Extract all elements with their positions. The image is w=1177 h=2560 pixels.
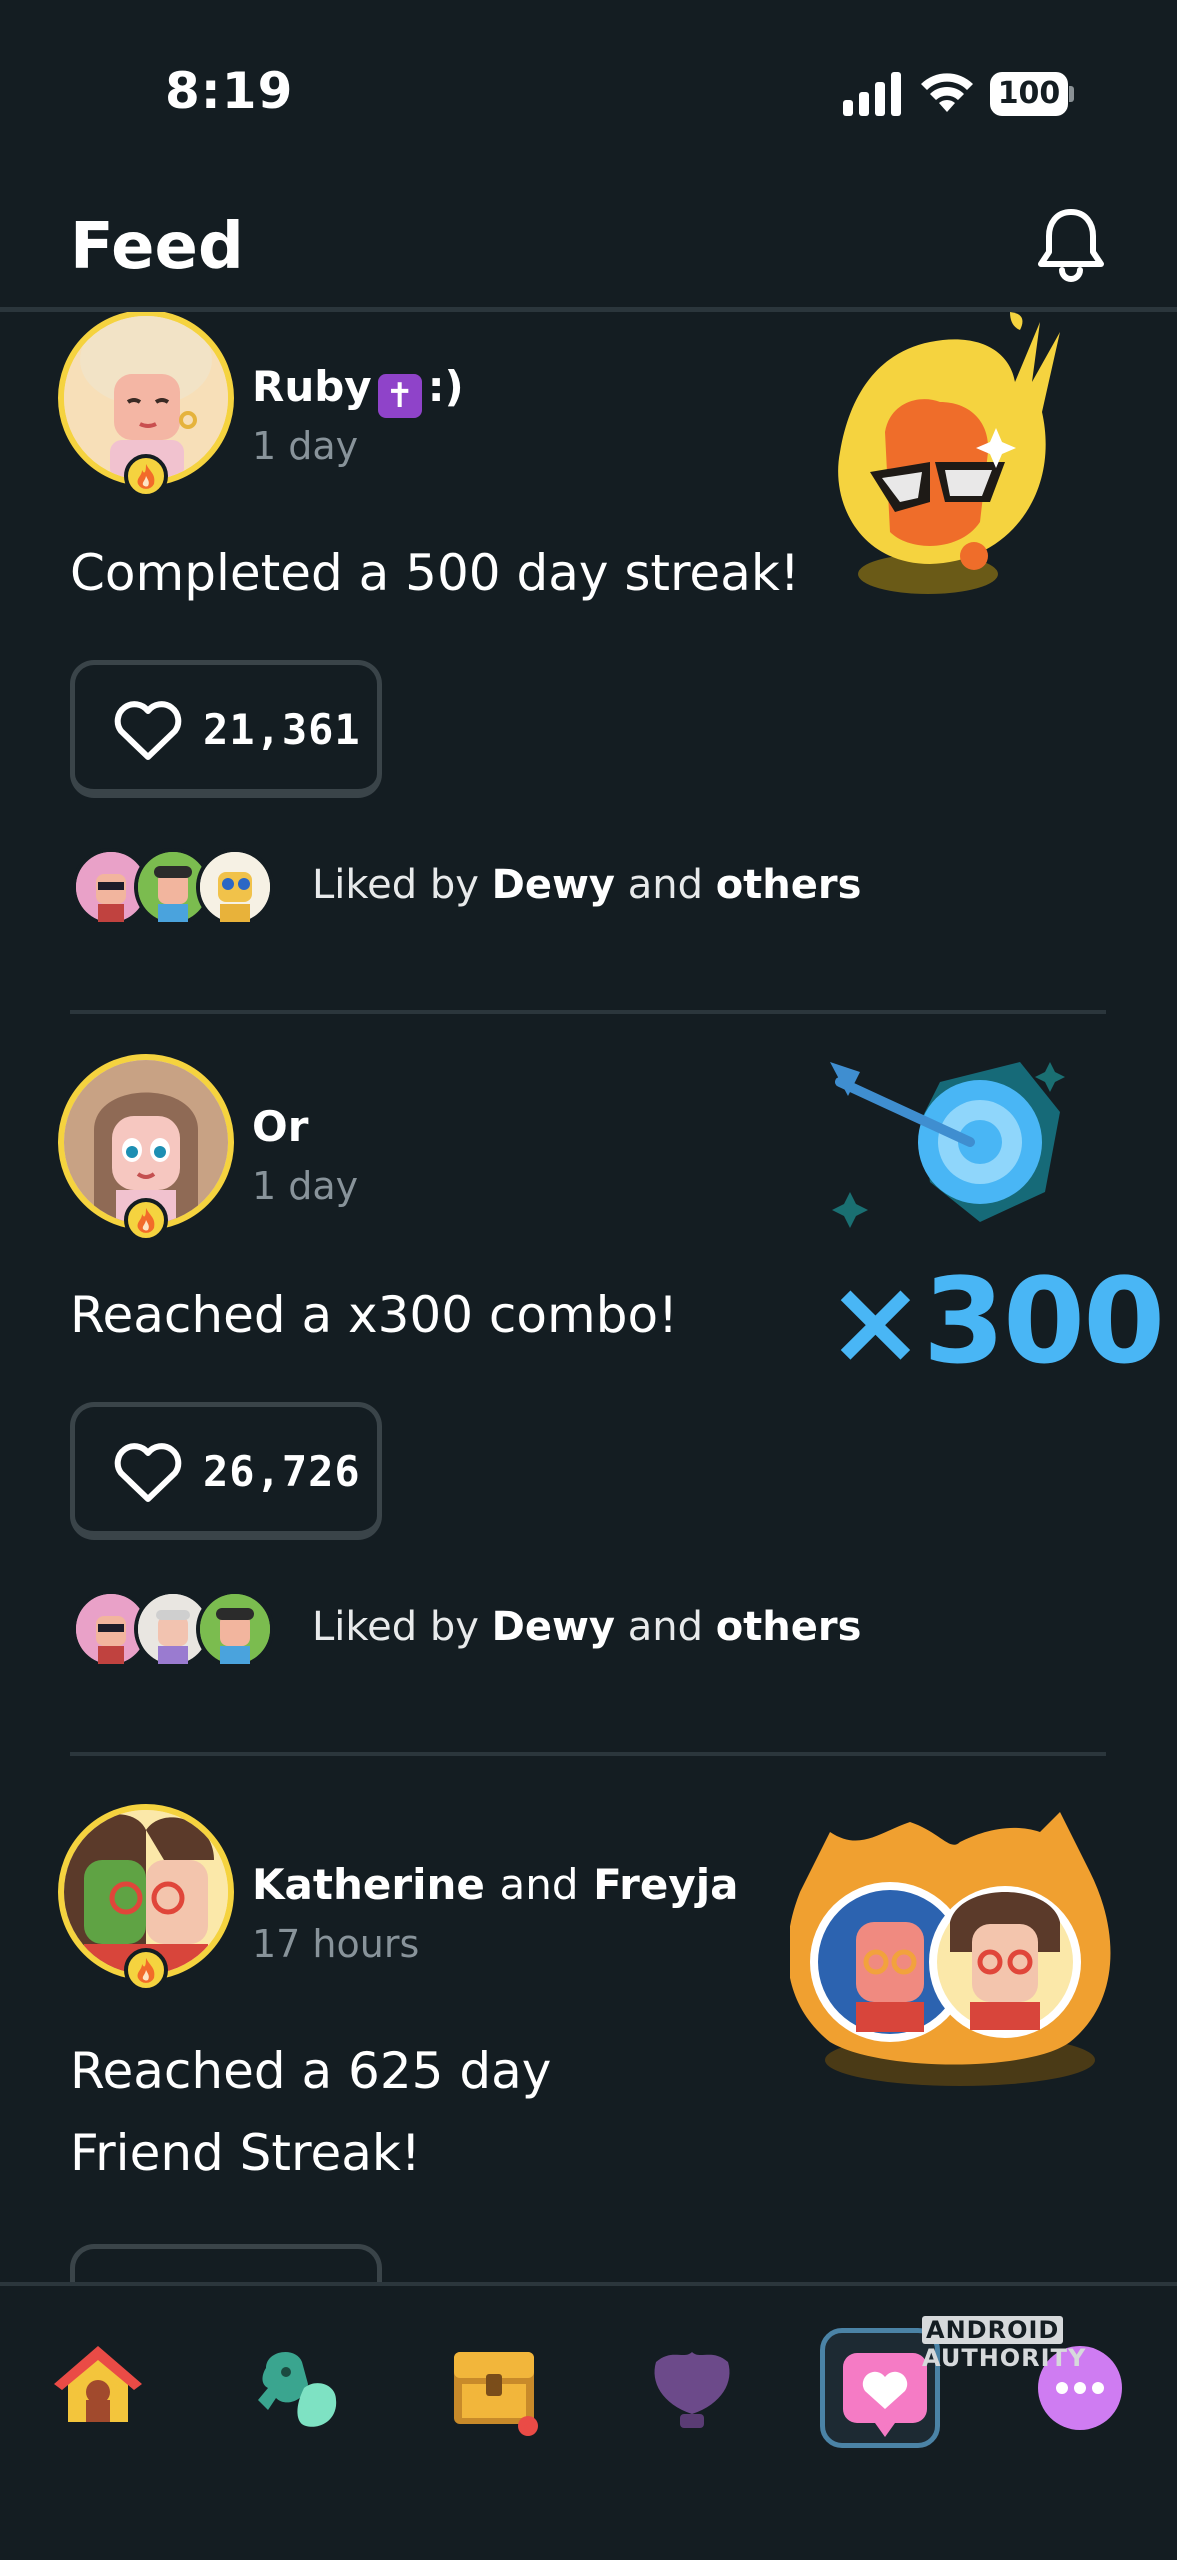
feed-card: Ruby ✝:) 1 day Completed a 500 day streak…	[0, 312, 1177, 1014]
feed-card: Katherine and Freyja 17 hours Reached a …	[0, 1804, 1177, 2282]
like-count: 26,726	[203, 1447, 361, 1496]
flaming-streak-mascot-icon	[838, 312, 1060, 594]
liked-by-row[interactable]: Liked by Dewy and others	[72, 1590, 972, 1672]
avatar[interactable]	[58, 1054, 234, 1242]
battery-level: 100	[990, 72, 1068, 116]
characters-icon	[258, 2351, 337, 2427]
streak-badge	[124, 1198, 168, 1242]
wifi-icon	[921, 73, 973, 112]
liker-avatar	[196, 848, 274, 926]
card-divider	[70, 1752, 1106, 1756]
streak-badge	[124, 454, 168, 498]
shield-icon	[654, 2352, 730, 2428]
event-text: Reached a x300 combo!	[70, 1286, 679, 1344]
card-divider	[70, 1010, 1106, 1014]
username[interactable]: Katherine and Freyja	[252, 1860, 738, 1909]
status-time: 8:19	[165, 62, 294, 120]
like-count: 21,361	[203, 705, 361, 754]
heart-chat-icon	[843, 2353, 927, 2437]
avatar[interactable]	[58, 1804, 234, 1992]
like-button[interactable]: 21,361	[70, 660, 382, 798]
page-title: Feed	[70, 210, 244, 284]
liked-by-row[interactable]: Liked by Dewy and others	[72, 848, 972, 930]
event-text: Friend Streak!	[70, 2124, 421, 2182]
avatar[interactable]	[58, 312, 234, 498]
cross-emoji-icon: ✝	[377, 374, 422, 418]
target-dart-icon	[830, 1062, 1065, 1228]
liked-by-text: Liked by Dewy and others	[312, 862, 862, 908]
like-button[interactable]	[70, 2244, 382, 2282]
post-time: 17 hours	[252, 1922, 420, 1966]
liker-avatar	[196, 1590, 274, 1668]
event-text: Completed a 500 day streak!	[70, 544, 800, 602]
nav-home[interactable]	[38, 2328, 158, 2448]
streak-badge	[124, 1948, 168, 1992]
cellular-signal-icon	[843, 72, 901, 116]
nav-leagues[interactable]	[632, 2328, 752, 2448]
treasure-chest-icon	[454, 2352, 538, 2436]
post-time: 1 day	[252, 1164, 359, 1208]
feed-list[interactable]: Ruby ✝:) 1 day Completed a 500 day streak…	[0, 312, 1177, 2282]
event-text: Reached a 625 day	[70, 2042, 552, 2100]
status-bar: 8:19 100	[0, 0, 1177, 190]
combo-label: ×300	[826, 1252, 1165, 1390]
nav-characters[interactable]	[236, 2328, 356, 2448]
house-icon	[54, 2346, 142, 2422]
post-time: 1 day	[252, 424, 359, 468]
bell-icon[interactable]	[1036, 206, 1106, 282]
friend-streak-flames-icon	[790, 1812, 1111, 2086]
watermark: ANDROID AUTHORITY	[922, 2316, 1087, 2372]
like-button[interactable]: 26,726	[70, 1402, 382, 1540]
battery-icon: 100	[990, 72, 1074, 116]
nav-chest[interactable]	[434, 2328, 554, 2448]
username[interactable]: Or	[252, 1102, 308, 1151]
heart-icon	[114, 1443, 182, 1502]
heart-icon	[114, 701, 182, 760]
liked-by-text: Liked by Dewy and others	[312, 1604, 862, 1650]
username[interactable]: Ruby ✝:)	[252, 362, 464, 418]
feed-header: Feed	[0, 190, 1177, 310]
